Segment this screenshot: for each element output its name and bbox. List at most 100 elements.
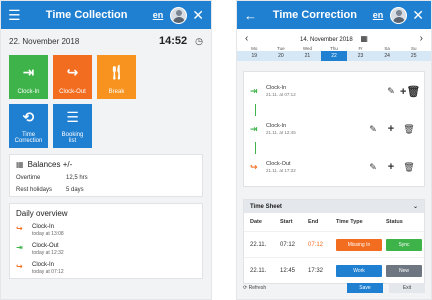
clock-in-icon: ⇥ xyxy=(250,123,258,134)
calculator-icon: ▦ xyxy=(16,160,24,169)
trash-icon[interactable]: 🗑︎ xyxy=(400,124,418,135)
next-week-icon[interactable]: › xyxy=(420,33,423,44)
date-cell[interactable]: 21 xyxy=(294,51,321,61)
time-sheet-columns: Date Start End Time Type Status xyxy=(244,213,424,231)
tile-label-line2: Correction xyxy=(14,138,43,144)
column-header: Date xyxy=(250,219,262,225)
clock-in-icon: ↪ xyxy=(16,224,23,233)
entry-label: Clock-In xyxy=(266,123,287,129)
balance-row: Overtime 12,5 hrs xyxy=(10,172,202,184)
daily-overview-card: Daily overview ↪ Clock-In today at 13:08… xyxy=(9,203,203,279)
edit-pencil-icon[interactable]: ✎ xyxy=(364,162,382,173)
balances-title: ▦ Balances +/- xyxy=(10,155,202,172)
add-trash-icon[interactable]: +🗑︎ xyxy=(400,85,420,98)
booking-entry: ⇥ Clock-In 21.11. at 12:45 ✎ + 🗑︎ xyxy=(250,116,418,142)
balance-row: Rest holidays 5 days xyxy=(10,184,202,196)
page-title: Time Correction xyxy=(272,9,357,21)
overview-item-time: today at 13:08 xyxy=(32,231,64,237)
overview-item[interactable]: ↪ Clock-In today at 07:12 xyxy=(10,259,202,278)
column-header: End xyxy=(308,219,319,225)
add-icon[interactable]: + xyxy=(382,123,400,135)
entry-time: 21.11. at 12:45 xyxy=(266,129,296,135)
trash-icon[interactable]: 🗑︎ xyxy=(400,162,418,173)
clock-in-icon: ↪ xyxy=(16,262,23,271)
balance-key: Overtime xyxy=(16,175,41,181)
column-header: Start xyxy=(280,219,293,225)
clock-out-icon: ⇥ xyxy=(16,243,23,252)
overview-title: Daily overview xyxy=(16,209,68,218)
balances-label: Balances +/- xyxy=(27,160,73,169)
edit-pencil-icon[interactable]: ✎ xyxy=(382,86,400,97)
date-cell-selected[interactable]: 22 xyxy=(320,51,348,61)
time-sheet-title: Time Sheet xyxy=(250,203,282,210)
balances-card: ▦ Balances +/- Overtime 12,5 hrs Rest ho… xyxy=(9,154,203,197)
app-bar: ← Time Correction en ✕ xyxy=(237,1,431,29)
clock-in-icon: ⇥ xyxy=(22,64,35,80)
booking-entries: ⇥ Clock-In 21.11. at 07:12 ✎ +🗑︎ ⇥ Clock… xyxy=(243,71,425,187)
tile-label: Clock-In xyxy=(17,89,40,95)
booking-entry: ↪ Clock-Out 21.11. at 17:32 ✎ + 🗑︎ xyxy=(250,154,418,180)
clock-in-tile[interactable]: ⇥ Clock-In xyxy=(9,55,48,99)
date-cell[interactable]: 23 xyxy=(347,51,374,61)
language-link[interactable]: en xyxy=(373,10,384,20)
refresh-icon: ⟳ xyxy=(243,285,248,291)
refresh-button[interactable]: ⟳ Refresh xyxy=(243,285,341,291)
app-bar: ☰ Time Collection en ✕ xyxy=(1,1,211,29)
time-correction-screen: ← Time Correction en ✕ ‹ 14. November 20… xyxy=(236,0,432,300)
overview-item[interactable]: ↪ Clock-In today at 13:08 xyxy=(10,221,202,240)
balance-value: 12,5 hrs xyxy=(66,175,88,181)
entry-time: 21.11. at 17:32 xyxy=(266,167,296,173)
date-cell[interactable]: 20 xyxy=(268,51,295,61)
week-navigation: ‹ 14. November 2018 ▦ › xyxy=(237,29,431,46)
close-icon[interactable]: ✕ xyxy=(192,8,204,22)
edit-pencil-icon[interactable]: ✎ xyxy=(364,124,382,135)
menu-icon[interactable]: ☰ xyxy=(8,8,21,22)
date-cell[interactable]: 24 xyxy=(374,51,401,61)
clock-correction-icon: ⟲ xyxy=(22,109,35,125)
table-row[interactable]: 22.11. 07:12 07:12 Missing In Sync xyxy=(244,231,424,257)
clock-icon: ◷ xyxy=(195,35,203,46)
clock-in-icon: ⇥ xyxy=(250,85,258,96)
avatar[interactable] xyxy=(390,6,408,24)
table-row[interactable]: 22.11. 12:45 17:32 Work New xyxy=(244,257,424,283)
column-header: Time Type xyxy=(336,219,363,225)
clock-out-icon: ↪ xyxy=(250,161,258,172)
time-sheet-header[interactable]: Time Sheet ⌄ xyxy=(244,200,424,213)
entry-time: 21.11. at 07:12 xyxy=(266,91,296,97)
refresh-label: Refresh xyxy=(248,285,267,291)
cell-end: 07:12 xyxy=(308,241,324,248)
page-title: Time Collection xyxy=(45,9,128,21)
add-icon[interactable]: + xyxy=(382,161,400,173)
overview-item[interactable]: ⇥ Clock-Out today at 12:32 xyxy=(10,240,202,259)
week-label: 14. November 2018 ▦ xyxy=(248,34,419,43)
calendar-icon[interactable]: ▦ xyxy=(360,34,368,43)
break-tile[interactable]: 🍴︎ Break xyxy=(97,55,136,99)
time-correction-tile[interactable]: ⟲ Time Correction xyxy=(9,104,48,148)
close-icon[interactable]: ✕ xyxy=(412,8,424,22)
cell-start: 07:12 xyxy=(280,241,296,248)
booking-entry: ⇥ Clock-In 21.11. at 07:12 ✎ +🗑︎ xyxy=(250,78,420,104)
tile-label: Clock-Out xyxy=(59,89,86,95)
entry-connector xyxy=(255,142,418,154)
chevron-down-icon[interactable]: ⌄ xyxy=(413,203,418,210)
avatar[interactable] xyxy=(170,6,188,24)
clock-out-tile[interactable]: ↪ Clock-Out xyxy=(53,55,92,99)
time-collection-screen: ☰ Time Collection en ✕ 22. November 2018… xyxy=(0,0,212,300)
save-button[interactable]: Save xyxy=(347,283,383,293)
cutlery-icon: 🍴︎ xyxy=(107,64,126,80)
time-type-badge: Missing In xyxy=(336,238,382,251)
booking-list-tile[interactable]: ☰ Booking list xyxy=(53,104,92,148)
list-icon: ☰ xyxy=(66,109,79,125)
back-arrow-icon[interactable]: ← xyxy=(244,9,257,22)
date-cell[interactable]: 19 xyxy=(241,51,268,61)
column-header: Status xyxy=(386,219,403,225)
language-link[interactable]: en xyxy=(153,10,164,20)
exit-button[interactable]: Exit xyxy=(389,283,425,293)
overview-item-label: Clock-In xyxy=(32,262,55,268)
clock-out-icon: ↪ xyxy=(66,64,79,80)
cell-date: 22.11. xyxy=(250,267,267,274)
overview-item-time: today at 07:12 xyxy=(32,269,64,275)
tile-label-line2: list xyxy=(68,138,77,144)
current-time: 14:52 xyxy=(159,35,188,47)
date-cell[interactable]: 25 xyxy=(400,51,427,61)
